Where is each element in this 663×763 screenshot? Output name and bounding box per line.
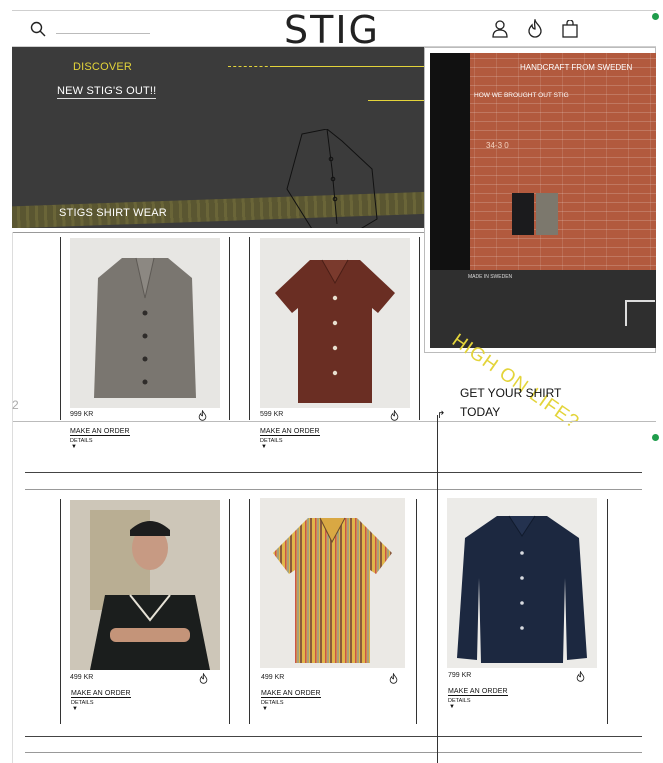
cta-get-shirt[interactable]: GET YOUR SHIRT TODAY bbox=[460, 384, 580, 422]
divider bbox=[25, 736, 642, 737]
page-number: 2 bbox=[12, 398, 19, 412]
product-photo[interactable] bbox=[70, 500, 220, 670]
search-input[interactable] bbox=[56, 33, 150, 34]
model-shirt-image bbox=[70, 500, 220, 670]
shirt-sketch-illustration bbox=[286, 129, 378, 228]
bag-icon[interactable] bbox=[562, 20, 578, 38]
make-order-button[interactable]: MAKE AN ORDER bbox=[261, 690, 321, 698]
navy-shirt-image bbox=[447, 498, 597, 668]
make-order-button[interactable]: MAKE AN ORDER bbox=[70, 428, 130, 436]
brick-wall-photo: 34-3 0 bbox=[430, 53, 656, 275]
photo-number: 34-3 0 bbox=[486, 141, 509, 150]
product-price: 499 KR bbox=[261, 674, 285, 681]
flame-icon[interactable] bbox=[389, 673, 398, 684]
handcraft-label[interactable]: HANDCRAFT FROM SWEDEN bbox=[520, 63, 632, 72]
status-dot bbox=[652, 434, 659, 441]
product-price: 799 KR bbox=[448, 672, 472, 679]
brought-out-label[interactable]: HOW WE BROUGHT OUT STIG bbox=[474, 92, 569, 99]
caret-down-icon[interactable]: ▼ bbox=[262, 706, 268, 712]
grey-shirt-photo bbox=[536, 193, 558, 235]
caret-down-icon[interactable]: ▼ bbox=[449, 704, 455, 710]
flame-icon[interactable] bbox=[199, 673, 208, 684]
product-photo[interactable] bbox=[260, 498, 405, 668]
product-photo[interactable] bbox=[260, 238, 410, 408]
flame-icon[interactable] bbox=[198, 410, 207, 421]
sign-text: MADE IN SWEDEN bbox=[468, 274, 513, 280]
top-navigation-bar: STIG bbox=[12, 10, 656, 49]
grey-jacket-image bbox=[70, 238, 220, 408]
brown-shirt-image bbox=[260, 238, 410, 408]
product-photo[interactable] bbox=[447, 498, 597, 668]
caret-down-icon[interactable]: ▼ bbox=[261, 444, 267, 450]
caret-down-icon[interactable]: ▼ bbox=[72, 706, 78, 712]
caret-down-icon[interactable]: ▼ bbox=[71, 444, 77, 450]
flame-icon[interactable] bbox=[576, 671, 585, 682]
hero-banner: DISCOVER NEW STIG'S OUT!! STIGS SHIRT WE… bbox=[12, 47, 425, 228]
striped-shirt-image bbox=[260, 498, 405, 668]
flame-icon[interactable] bbox=[390, 410, 399, 421]
grid-divider-vertical bbox=[437, 415, 438, 763]
discover-link[interactable]: DISCOVER bbox=[73, 61, 132, 73]
product-price: 499 KR bbox=[70, 674, 94, 681]
user-icon[interactable] bbox=[492, 20, 508, 38]
divider bbox=[25, 752, 642, 753]
divider bbox=[25, 472, 642, 473]
black-shirt-photo bbox=[512, 193, 534, 235]
arrow-icon[interactable]: ↱ bbox=[437, 410, 445, 421]
search-icon[interactable] bbox=[30, 21, 46, 37]
connector-dash bbox=[228, 66, 273, 67]
product-photo[interactable] bbox=[70, 238, 220, 408]
status-dot bbox=[652, 13, 659, 20]
make-order-button[interactable]: MAKE AN ORDER bbox=[448, 688, 508, 696]
shirt-wear-label[interactable]: STIGS SHIRT WEAR bbox=[59, 207, 167, 219]
new-collection-link[interactable]: NEW STIG'S OUT!! bbox=[57, 85, 157, 99]
brand-logo[interactable]: STIG bbox=[262, 11, 402, 49]
divider bbox=[25, 489, 642, 490]
product-price: 999 KR bbox=[70, 411, 94, 418]
product-price: 599 KR bbox=[260, 411, 284, 418]
make-order-button[interactable]: MAKE AN ORDER bbox=[71, 690, 131, 698]
flame-icon[interactable] bbox=[527, 19, 543, 38]
make-order-button[interactable]: MAKE AN ORDER bbox=[260, 428, 320, 436]
